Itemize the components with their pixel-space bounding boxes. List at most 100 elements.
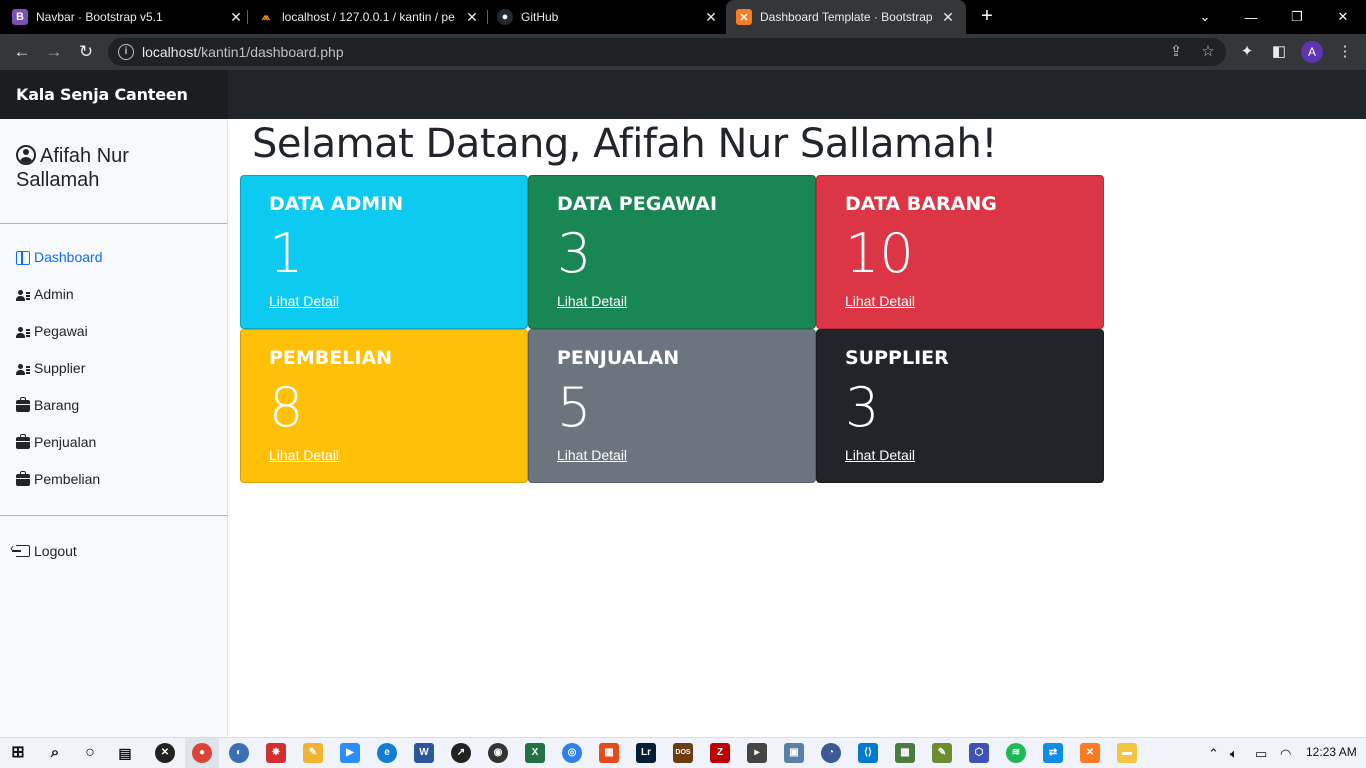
card-detail-link[interactable]: Lihat Detail xyxy=(557,293,627,309)
xampp-panel-taskbar-icon[interactable]: ✕ xyxy=(1080,743,1100,763)
restore-icon[interactable]: ❐ xyxy=(1274,0,1320,34)
game-taskbar-icon[interactable]: ▩ xyxy=(895,743,915,763)
filezilla-taskbar-icon[interactable]: Z xyxy=(710,743,730,763)
tab-search-icon[interactable]: ⌄ xyxy=(1182,0,1228,34)
profile-avatar[interactable]: A xyxy=(1301,41,1323,63)
card-value: 1 xyxy=(269,222,304,285)
sidebar-item-barang[interactable]: Barang xyxy=(16,397,103,434)
card-detail-link[interactable]: Lihat Detail xyxy=(269,293,339,309)
person-lines-icon xyxy=(16,288,30,302)
sidebar-item-label: Admin xyxy=(34,286,74,302)
tab-separator xyxy=(487,10,488,24)
sidebar-item-pembelian[interactable]: Pembelian xyxy=(16,471,103,508)
card-penjualan: PENJUALAN 5 Lihat Detail xyxy=(528,329,816,483)
logout-link[interactable]: Logout xyxy=(10,541,77,559)
close-tab-icon[interactable]: ✕ xyxy=(228,9,244,26)
wifi-icon[interactable]: ◠ xyxy=(1280,746,1291,762)
tool-taskbar-icon[interactable]: ✸ xyxy=(266,743,286,763)
sidebar-item-supplier[interactable]: Supplier xyxy=(16,360,103,397)
teamviewer-taskbar-icon[interactable]: ⇄ xyxy=(1043,743,1063,763)
word-taskbar-icon[interactable]: W xyxy=(414,743,434,763)
tab-title: Navbar · Bootstrap v5.1 xyxy=(36,10,163,24)
vscode-taskbar-icon[interactable]: ⟨⟩ xyxy=(858,743,878,763)
card-detail-link[interactable]: Lihat Detail xyxy=(269,447,339,463)
browser-tab-phpmyadmin[interactable]: ⩕ localhost / 127.0.0.1 / kantin / pe ✕ xyxy=(258,0,480,34)
edge-taskbar-icon[interactable]: e xyxy=(377,743,397,763)
close-tab-icon[interactable]: ✕ xyxy=(940,9,956,26)
browser-tab-dashboard[interactable]: ✕ Dashboard Template · Bootstrap ✕ xyxy=(726,0,966,34)
file-explorer-taskbar-icon[interactable]: ▬ xyxy=(1117,743,1137,763)
card-value: 3 xyxy=(845,376,880,439)
excel-taskbar-icon[interactable]: X xyxy=(525,743,545,763)
url-path: /kantin1/dashboard.php xyxy=(197,44,344,60)
side-panel-icon[interactable]: ◧ xyxy=(1269,42,1289,62)
lightroom-taskbar-icon[interactable]: Lr xyxy=(636,743,656,763)
spotify-taskbar-icon[interactable]: ≋ xyxy=(1006,743,1026,763)
battery-icon[interactable]: ▭ xyxy=(1255,746,1267,762)
top-navbar: Kala Senja Canteen xyxy=(0,70,1366,119)
zoom-taskbar-icon[interactable]: ▶ xyxy=(340,743,360,763)
chrome-taskbar-icon[interactable]: ● xyxy=(192,743,212,763)
sidebar-item-penjualan[interactable]: Penjualan xyxy=(16,434,103,471)
sidebar-item-label: Supplier xyxy=(34,360,86,376)
back-icon[interactable]: ← xyxy=(10,40,34,64)
forward-icon[interactable]: → xyxy=(42,40,66,64)
sidebar-item-label: Penjualan xyxy=(34,434,97,450)
card-data-admin: DATA ADMIN 1 Lihat Detail xyxy=(240,175,528,329)
bag-icon xyxy=(16,434,30,449)
dashboard-icon xyxy=(16,251,30,265)
store-taskbar-icon[interactable]: ▦ xyxy=(599,743,619,763)
sidebar-item-label: Dashboard xyxy=(34,249,103,265)
tray-chevron-icon[interactable]: ⌃ xyxy=(1208,746,1219,762)
bag-icon xyxy=(16,471,30,486)
globe-taskbar-icon[interactable]: ◐ xyxy=(229,743,249,763)
arrow-app-taskbar-icon[interactable]: ↗ xyxy=(451,743,471,763)
sidebar-item-label: Barang xyxy=(34,397,80,413)
sidebar-item-admin[interactable]: Admin xyxy=(16,286,103,323)
sidebar-item-pegawai[interactable]: Pegawai xyxy=(16,323,103,360)
browser-tab-navbar[interactable]: B Navbar · Bootstrap v5.1 ✕ xyxy=(12,0,244,34)
close-tab-icon[interactable]: ✕ xyxy=(703,9,719,26)
page-title: Selamat Datang, Afifah Nur Sallamah! xyxy=(252,121,997,167)
address-url[interactable]: localhost/kantin1/dashboard.php xyxy=(142,44,344,60)
volume-icon[interactable]: 🔈︎ xyxy=(1230,746,1238,762)
taskbar-clock[interactable]: 12:23 AM xyxy=(1306,745,1357,759)
share-icon[interactable]: ⇪ xyxy=(1166,42,1186,62)
circle-app-taskbar-icon[interactable]: ◔ xyxy=(821,743,841,763)
extensions-icon[interactable]: ✦ xyxy=(1237,42,1257,62)
sidebar-menu: Dashboard Admin Pegawai Supplier Barang … xyxy=(16,249,103,508)
bookmark-star-icon[interactable]: ☆ xyxy=(1198,42,1218,62)
sidebar-user: Afifah Nur Sallamah xyxy=(16,144,216,192)
windows-start-icon[interactable]: ⊞ xyxy=(8,743,28,763)
notepad-taskbar-icon[interactable]: ✎ xyxy=(932,743,952,763)
widgets-icon[interactable]: ▤ xyxy=(115,743,135,763)
dosbox-taskbar-icon[interactable]: DOS xyxy=(673,743,693,763)
card-detail-link[interactable]: Lihat Detail xyxy=(845,293,915,309)
terminal-taskbar-icon[interactable]: ▸ xyxy=(747,743,767,763)
card-detail-link[interactable]: Lihat Detail xyxy=(557,447,627,463)
minimize-icon[interactable]: — xyxy=(1228,0,1274,34)
phpmyadmin-icon: ⩕ xyxy=(261,10,271,23)
sidebar-item-dashboard[interactable]: Dashboard xyxy=(16,249,103,286)
pencil-taskbar-icon[interactable]: ✎ xyxy=(303,743,323,763)
obs-taskbar-icon[interactable]: ◉ xyxy=(488,743,508,763)
sidebar-divider xyxy=(0,223,227,224)
card-detail-link[interactable]: Lihat Detail xyxy=(845,447,915,463)
task-view-icon[interactable]: ○ xyxy=(80,743,100,763)
search-icon[interactable]: ⌕ xyxy=(45,743,65,763)
window-app-taskbar-icon[interactable]: ▣ xyxy=(784,743,804,763)
close-window-icon[interactable]: ✕ xyxy=(1320,0,1366,34)
site-info-icon[interactable]: i xyxy=(118,44,134,60)
new-tab-icon[interactable]: + xyxy=(976,5,998,27)
cube-taskbar-icon[interactable]: ⬡ xyxy=(969,743,989,763)
address-bar[interactable]: i localhost/kantin1/dashboard.php ⇪ ☆ xyxy=(108,38,1226,66)
compass-taskbar-icon[interactable]: ◎ xyxy=(562,743,582,763)
card-value: 8 xyxy=(269,376,304,439)
close-tab-icon[interactable]: ✕ xyxy=(464,9,480,26)
logout-icon xyxy=(10,541,30,557)
navbar-brand[interactable]: Kala Senja Canteen xyxy=(0,70,228,119)
xampp-taskbar-icon[interactable]: ✕ xyxy=(155,743,175,763)
browser-tab-github[interactable]: ● GitHub ✕ xyxy=(497,0,719,34)
reload-icon[interactable]: ↻ xyxy=(74,40,98,64)
menu-kebab-icon[interactable]: ⋮ xyxy=(1335,42,1355,62)
